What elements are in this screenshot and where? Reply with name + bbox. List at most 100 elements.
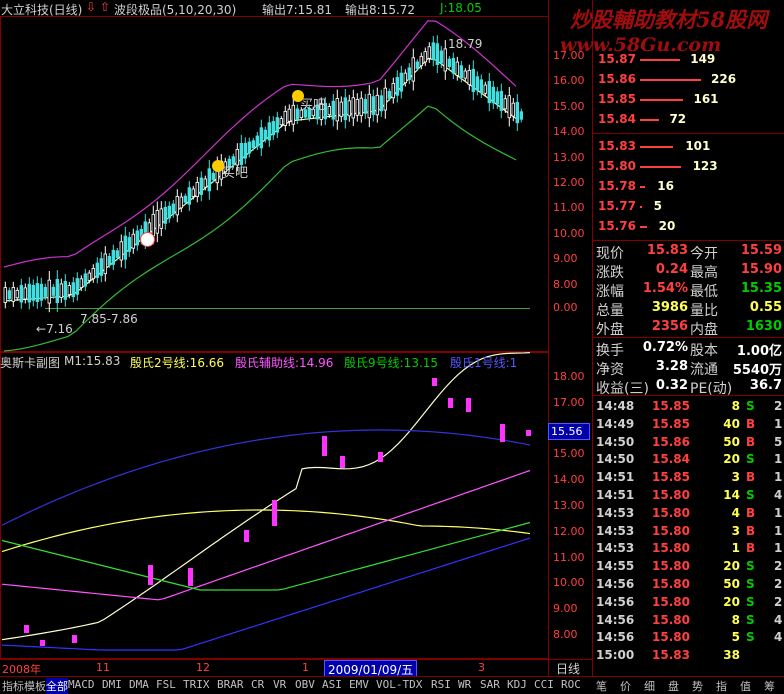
chart-title[interactable]: 大立科技(日线) [1,1,82,18]
candle-body [387,90,391,99]
indicator-tab[interactable]: VOL-TDX [376,678,422,691]
candle-body [27,283,31,303]
candle-body [395,77,399,96]
candle-body [35,283,39,302]
candle-body [243,142,247,159]
fund-value: 0.32 [655,378,688,393]
indicator-tab[interactable]: DMA [129,678,149,691]
side-tab[interactable]: 价 [620,678,631,694]
tick-count: 1 [774,541,783,556]
indicator-tab[interactable]: FSL [156,678,176,691]
j-value: J:18.05 [440,1,482,15]
indicator-tab[interactable]: CCI [534,678,554,691]
quote-label: 最高 [690,265,718,281]
indicator-tab[interactable]: 指标 [2,678,24,694]
fund-label: PE(动) [690,381,733,397]
tick-time: 14:53 [596,505,635,520]
tick-time: 15:00 [596,648,635,663]
indicator-tab[interactable]: KDJ [507,678,527,691]
tick-volume: 40 [723,416,740,431]
period-label[interactable]: 日线 [556,660,580,677]
candle-body [3,287,7,303]
candle-body [55,278,59,304]
candle-body [199,177,203,195]
signal-bar [244,530,249,542]
candle-body [435,43,439,65]
quote-value: 3986 [651,300,688,315]
ask-price: 15.87 [598,52,636,66]
ask-price: 15.85 [598,92,636,106]
x-label-3: 3 [478,661,485,674]
tick-price: 15.80 [652,559,690,574]
quote-value: 0.24 [655,262,688,277]
indicator-tab[interactable]: WR [458,678,471,691]
candle-body [187,187,191,205]
side-tab[interactable]: 值 [740,678,751,694]
indicator-tab[interactable]: CR [251,678,264,691]
candle-body [371,96,375,115]
side-tab[interactable]: 指 [716,678,727,694]
side-tab[interactable]: 细 [644,678,655,694]
candle-body [79,278,83,288]
candle-body [59,283,63,298]
indicator-tab[interactable]: TRIX [183,678,210,691]
subchart-title[interactable]: 奥斯卡副图 [0,354,60,371]
indicator-tab[interactable]: DMI [102,678,122,691]
candle-body [455,61,459,76]
tick-volume: 3 [731,470,740,485]
tick-count: 2 [774,399,783,413]
ask-volume: 72 [669,112,687,126]
signal-bar [448,398,453,408]
candle-body [339,101,343,117]
m1-line [1,351,531,641]
candle-body [155,210,159,234]
candle-body [251,140,255,149]
candle-body [295,108,299,121]
indicator-tab[interactable]: MACD [68,678,95,691]
candle-body [43,286,47,297]
tick-volume: 20 [723,452,740,467]
side-tab[interactable]: 筹 [764,678,775,694]
quote-label: 总量 [596,303,624,319]
candle-body [375,94,379,116]
candle-body [271,121,275,136]
tick-price: 15.83 [652,648,690,663]
candle-body [467,69,471,85]
candle-body [175,196,179,216]
signal-bar [340,456,345,468]
indicator-tab[interactable]: 全部 [46,678,68,694]
candle-body [491,86,495,104]
tick-time: 14:50 [596,434,635,449]
signal-bar [526,430,531,436]
side-tab[interactable]: 盘 [668,678,679,694]
indicator-tab[interactable]: BRAR [217,678,244,691]
tick-side: S [746,630,755,645]
tick-side: S [746,594,755,609]
candle-body [447,58,451,68]
m1-value: M1:15.83 [64,354,121,368]
indicator-tab[interactable]: 模板 [24,678,46,694]
price-tick-label: 16.00 [553,74,585,88]
indicator-tab[interactable]: VR [273,678,286,691]
side-tab[interactable]: 笔 [596,678,607,694]
tick-count: 5 [774,434,783,449]
indicator-tab[interactable]: ROC [561,678,581,691]
line2-value: 殷氏2号线:16.66 [130,356,225,370]
tick-volume: 50 [723,577,740,591]
quote-value: 15.90 [740,262,782,277]
side-tab[interactable]: 势 [692,678,703,694]
candle-body [279,118,283,126]
tick-side: S [746,452,755,467]
bid-price: 15.80 [598,159,636,173]
candle-body [519,111,523,120]
indicator-tab[interactable]: RSI [431,678,451,691]
indicator-tab[interactable]: SAR [480,678,500,691]
ask-volume-bar [640,99,684,101]
indicator-tab[interactable]: OBV [295,678,315,691]
bid-volume-bar [640,186,646,188]
indicator-tab[interactable]: EMV [349,678,369,691]
indicator-label[interactable]: 波段极品(5,10,20,30) [114,1,236,18]
candle-body [407,67,411,80]
sub-tick-label: 12.00 [553,524,585,538]
indicator-tab[interactable]: ASI [322,678,342,691]
